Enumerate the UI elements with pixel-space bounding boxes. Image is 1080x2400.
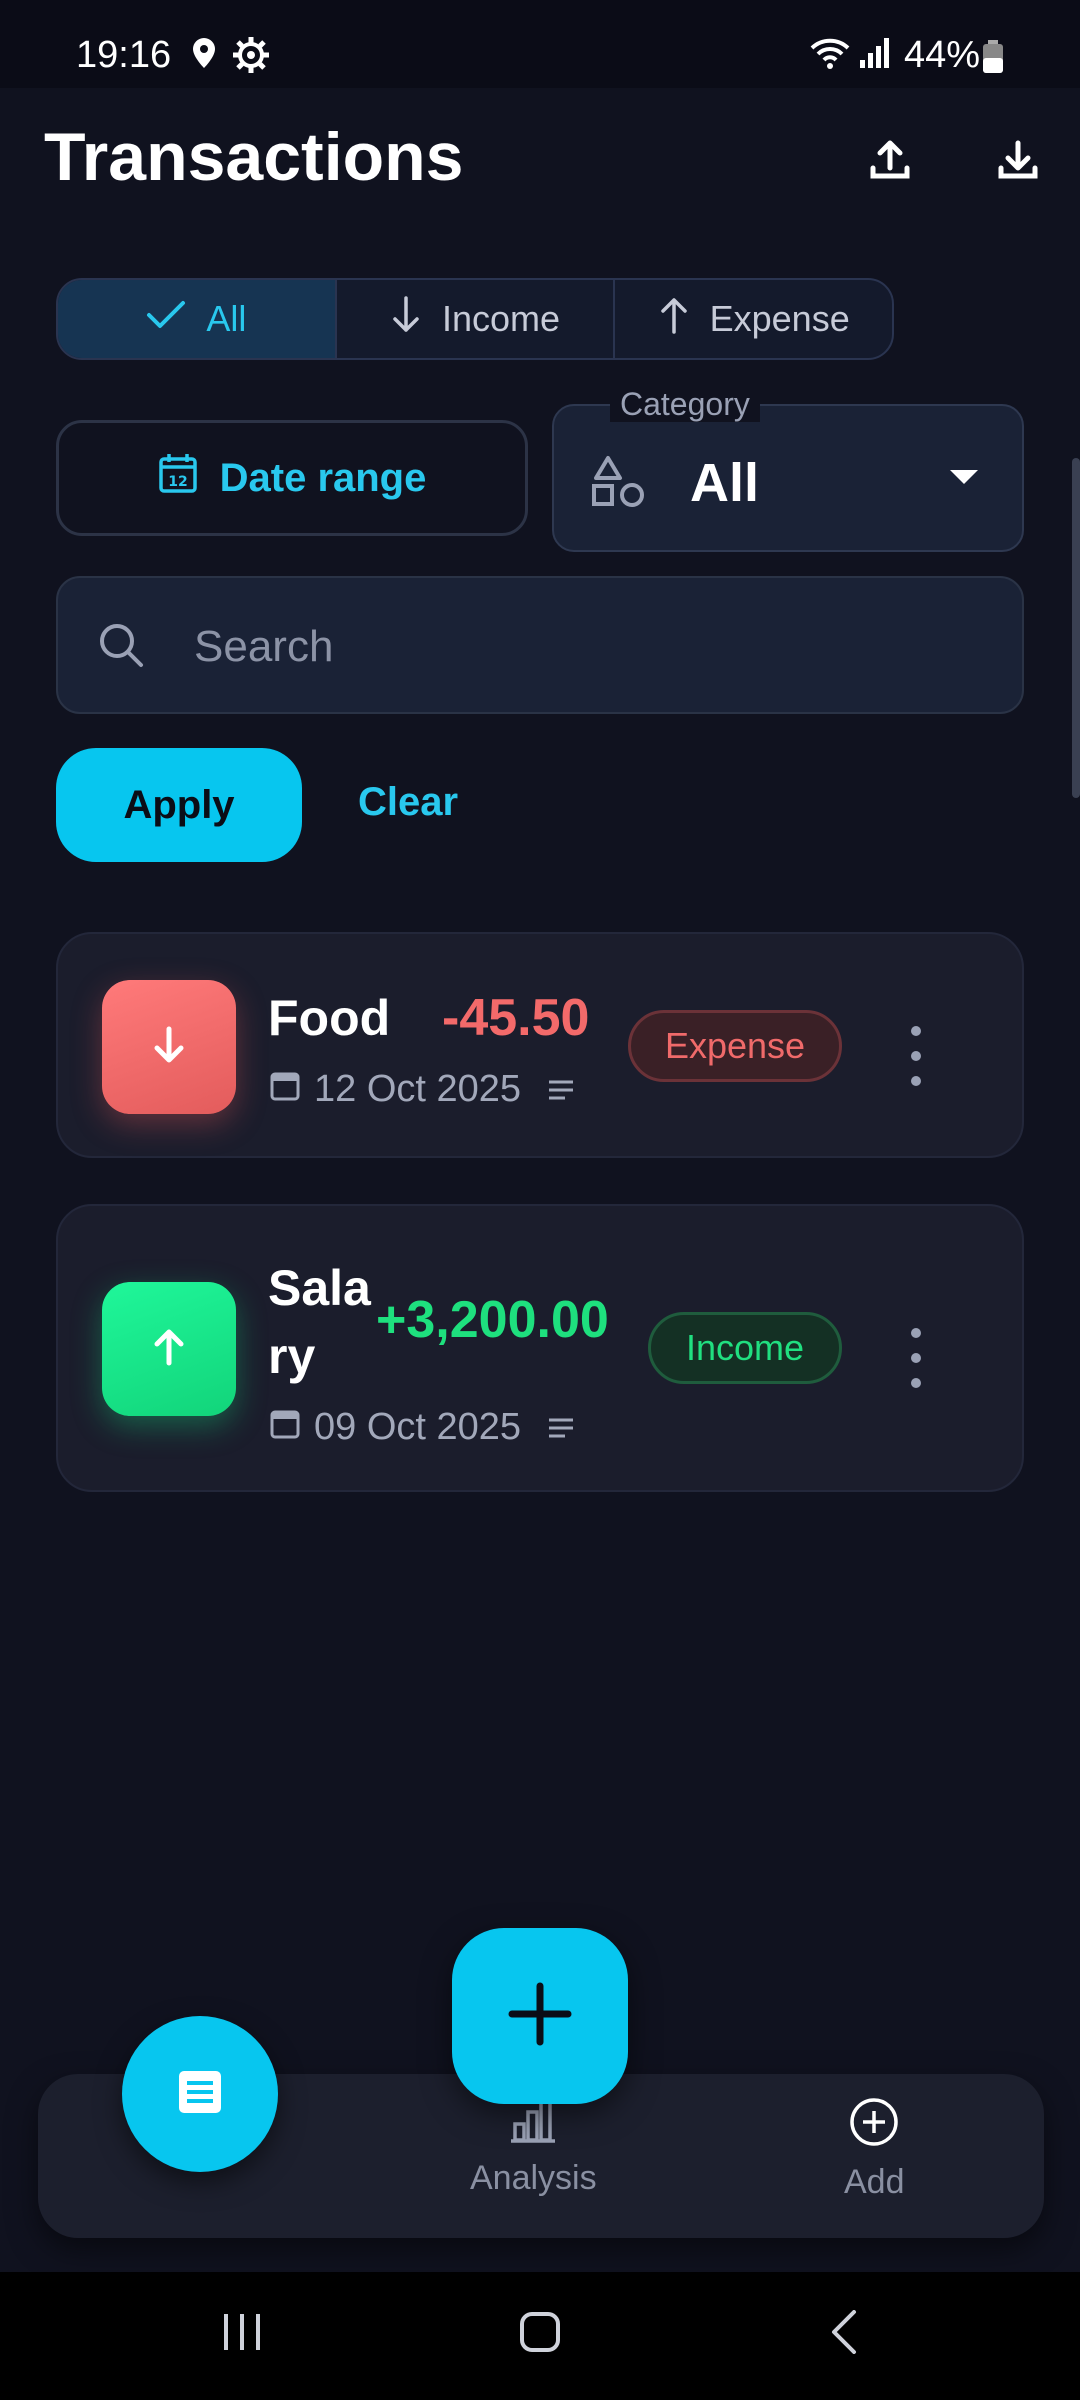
calendar-icon bbox=[270, 1068, 300, 1111]
tab-income[interactable]: Income bbox=[337, 280, 616, 358]
battery-percent: 44% bbox=[904, 34, 981, 76]
status-badge: Expense bbox=[628, 1010, 842, 1082]
wifi-icon bbox=[808, 36, 852, 75]
arrow-up-icon bbox=[658, 295, 690, 344]
nav-label-add: Add bbox=[844, 2163, 905, 2201]
check-icon bbox=[146, 298, 186, 340]
kebab-dot bbox=[911, 1328, 921, 1338]
status-time: 19:16 bbox=[76, 34, 172, 76]
upload-icon bbox=[868, 138, 912, 187]
tab-all-label: All bbox=[206, 298, 247, 339]
nav-item-analysis[interactable]: Analysis bbox=[470, 2096, 597, 2198]
transaction-amount: -45.50 bbox=[442, 989, 590, 1047]
location-icon bbox=[190, 36, 218, 75]
export-button[interactable] bbox=[858, 130, 922, 194]
notes-icon bbox=[547, 1406, 575, 1449]
transaction-name: Food bbox=[268, 990, 391, 1046]
nav-label-analysis: Analysis bbox=[470, 2159, 597, 2197]
back-icon[interactable] bbox=[824, 2310, 868, 2359]
battery-icon bbox=[982, 40, 1004, 79]
expense-tile bbox=[102, 980, 236, 1114]
add-circle-icon bbox=[848, 2096, 900, 2153]
home-icon[interactable] bbox=[518, 2310, 562, 2359]
kebab-dot bbox=[911, 1051, 921, 1061]
plus-icon bbox=[508, 1982, 572, 2051]
arrow-down-icon bbox=[147, 1023, 191, 1072]
shapes-icon bbox=[590, 454, 648, 515]
type-filter-tabs: All Income Expense bbox=[56, 278, 894, 360]
settings-icon bbox=[232, 36, 270, 79]
svg-text:12: 12 bbox=[168, 474, 187, 490]
status-badge: Income bbox=[648, 1312, 842, 1384]
kebab-dot bbox=[911, 1026, 921, 1036]
category-label: Category bbox=[610, 386, 760, 422]
apply-button[interactable]: Apply bbox=[56, 748, 302, 862]
tab-income-label: Income bbox=[441, 298, 561, 339]
arrow-up-icon bbox=[147, 1325, 191, 1374]
transaction-date-row: 09 Oct 2025 bbox=[270, 1406, 575, 1449]
recents-icon[interactable] bbox=[220, 2310, 264, 2359]
list-icon bbox=[177, 2069, 223, 2120]
date-range-button[interactable]: 12 Date range bbox=[56, 420, 528, 536]
arrow-down-icon bbox=[390, 295, 422, 344]
search-icon bbox=[96, 620, 146, 675]
search-box bbox=[56, 576, 1024, 714]
add-transaction-fab[interactable] bbox=[452, 1928, 628, 2104]
transaction-amount: +3,200.00 bbox=[376, 1291, 609, 1349]
signal-icon bbox=[858, 36, 892, 75]
more-menu-button[interactable] bbox=[896, 1328, 936, 1388]
chevron-down-icon bbox=[950, 470, 978, 484]
kebab-dot bbox=[911, 1076, 921, 1086]
more-menu-button[interactable] bbox=[896, 1026, 936, 1086]
search-input[interactable] bbox=[192, 618, 976, 676]
kebab-dot bbox=[911, 1378, 921, 1388]
kebab-dot bbox=[911, 1353, 921, 1363]
transaction-card-food[interactable]: Food -45.50 12 Oct 2025 Expense bbox=[56, 932, 1024, 1158]
tab-all[interactable]: All bbox=[58, 280, 337, 358]
scrollbar[interactable] bbox=[1072, 458, 1080, 798]
tab-expense[interactable]: Expense bbox=[615, 280, 892, 358]
transaction-card-salary[interactable]: Sala ry +3,200.00 09 Oct 2025 Income bbox=[56, 1204, 1024, 1492]
tab-expense-label: Expense bbox=[709, 298, 850, 339]
status-bar: 19:16 44% bbox=[0, 0, 1080, 88]
transaction-date: 12 Oct 2025 bbox=[314, 1068, 522, 1110]
notes-icon bbox=[547, 1068, 575, 1111]
transaction-date-row: 12 Oct 2025 bbox=[270, 1068, 575, 1111]
clear-button[interactable]: Clear bbox=[358, 780, 458, 825]
category-dropdown[interactable]: Category All bbox=[552, 386, 1024, 552]
transaction-date: 09 Oct 2025 bbox=[314, 1406, 522, 1448]
income-tile bbox=[102, 1282, 236, 1416]
calendar-icon: 12 bbox=[158, 452, 198, 504]
nav-item-add[interactable]: Add bbox=[844, 2096, 905, 2202]
category-value: All bbox=[690, 453, 760, 513]
nav-item-transactions[interactable] bbox=[122, 2016, 278, 2172]
transaction-name-line1: Sala bbox=[268, 1260, 371, 1316]
download-icon bbox=[996, 138, 1040, 187]
calendar-icon bbox=[270, 1406, 300, 1449]
import-button[interactable] bbox=[986, 130, 1050, 194]
date-range-label: Date range bbox=[219, 455, 427, 500]
transaction-name-line2: ry bbox=[268, 1328, 316, 1384]
page-title: Transactions bbox=[44, 119, 464, 195]
system-nav-bar bbox=[0, 2272, 1080, 2400]
